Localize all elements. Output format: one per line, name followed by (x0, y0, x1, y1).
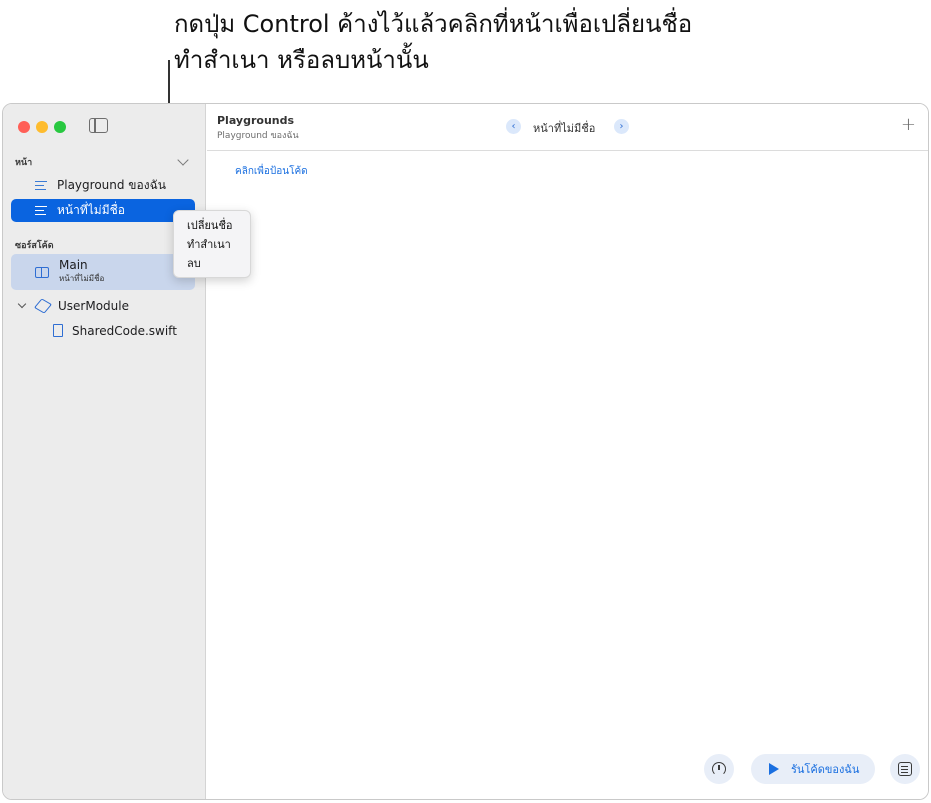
menu-item-delete[interactable]: ลบ (187, 254, 250, 273)
sidebar-item-label: UserModule (58, 298, 129, 313)
run-my-code-button[interactable]: รันโค้ดของฉัน (751, 754, 875, 784)
sidebar-item-main[interactable]: Main หน้าที่ไม่มีชื่อ (11, 254, 195, 290)
pages-section-header: หน้า (15, 158, 33, 168)
callout-line-2: ทำสำเนา หรือลบหน้านั้น (174, 46, 429, 74)
playground-subtitle: Playground ของฉัน (217, 131, 299, 141)
zoom-window-button[interactable] (54, 121, 66, 133)
add-icon[interactable]: + (901, 114, 916, 135)
code-editor[interactable]: คลิกเพื่อป้อนโค้ด รันโค้ดของฉัน (207, 152, 928, 799)
book-icon (35, 266, 49, 278)
run-button-label: รันโค้ดของฉัน (791, 763, 860, 776)
close-window-button[interactable] (18, 121, 30, 133)
forward-arrow-icon[interactable]: › (614, 119, 629, 134)
callout-line-1: กดปุ่ม Control ค้างไว้แล้วคลิกที่หน้าเพื… (174, 10, 693, 38)
file-icon (53, 324, 63, 337)
disclosure-chevron-icon[interactable] (17, 299, 27, 309)
play-icon (769, 763, 779, 775)
sidebar-item-usermodule[interactable]: UserModule (11, 294, 195, 317)
sidebar: หน้า Playground ของฉัน หน้าที่ไม่มีชื่อ … (3, 104, 251, 799)
sidebar-item-my-playground[interactable]: Playground ของฉัน (11, 174, 195, 197)
sidebar-item-label: Playground ของฉัน (57, 178, 166, 192)
current-page-title: หน้าที่ไม่มีชื่อ (533, 122, 596, 135)
chevron-down-icon[interactable] (177, 154, 189, 166)
toolbar: Playgrounds Playground ของฉัน ‹ หน้าที่ไ… (207, 104, 928, 151)
page-lines-icon (35, 205, 47, 216)
console-button[interactable] (890, 754, 920, 784)
minimize-window-button[interactable] (36, 121, 48, 133)
sidebar-item-sublabel: หน้าที่ไม่มีชื่อ (59, 274, 105, 283)
back-arrow-icon[interactable]: ‹ (506, 119, 521, 134)
speed-gauge-button[interactable] (704, 754, 734, 784)
gauge-icon (712, 762, 726, 776)
code-placeholder[interactable]: คลิกเพื่อป้อนโค้ด (235, 164, 308, 179)
page-lines-icon (35, 180, 47, 191)
context-menu: เปลี่ยนชื่อ ทำสำเนา ลบ (173, 210, 251, 278)
sidebar-toggle-icon[interactable] (89, 118, 108, 133)
source-code-section-header: ซอร์สโค้ด (15, 241, 54, 251)
sidebar-item-label: Main (59, 258, 88, 272)
sidebar-item-untitled-page[interactable]: หน้าที่ไม่มีชื่อ (11, 199, 195, 222)
sidebar-item-label: หน้าที่ไม่มีชื่อ (57, 203, 125, 217)
app-title: Playgrounds (217, 114, 295, 127)
console-icon (898, 762, 912, 776)
sidebar-item-label: SharedCode.swift (72, 323, 177, 338)
annotation-callout: กดปุ่ม Control ค้างไว้แล้วคลิกที่หน้าเพื… (174, 6, 914, 78)
sidebar-item-sharedcode[interactable]: SharedCode.swift (11, 319, 195, 342)
cube-icon (33, 297, 53, 314)
menu-item-duplicate[interactable]: ทำสำเนา (187, 235, 250, 254)
playgrounds-window: หน้า Playground ของฉัน หน้าที่ไม่มีชื่อ … (2, 103, 929, 800)
menu-item-rename[interactable]: เปลี่ยนชื่อ (187, 216, 250, 235)
